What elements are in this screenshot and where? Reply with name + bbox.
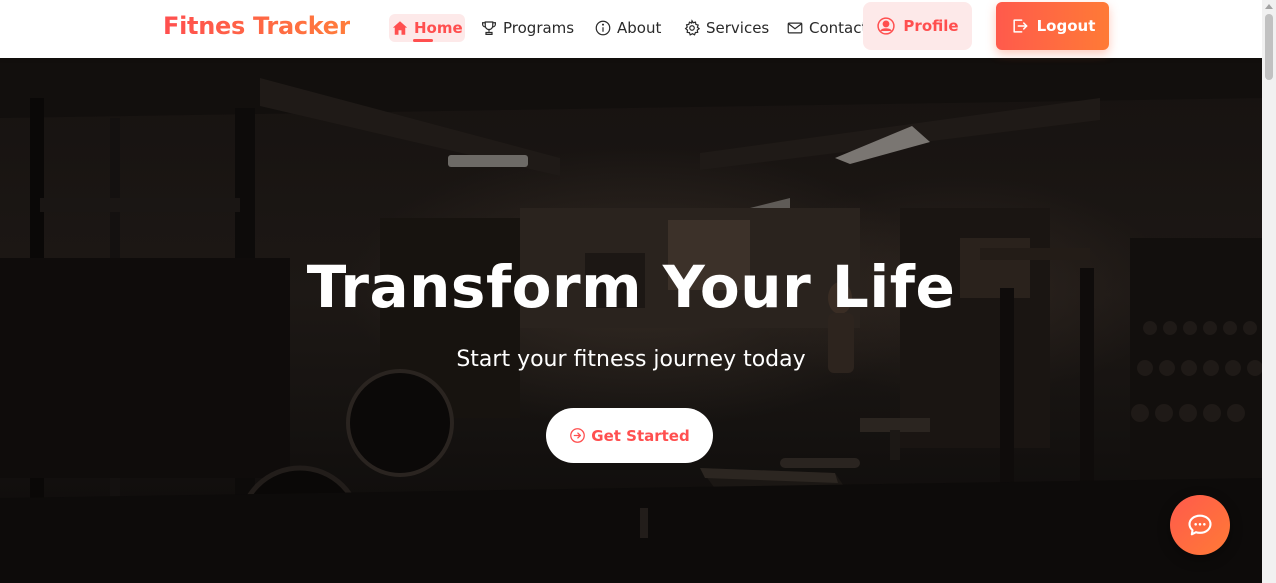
arrow-right-circle-icon bbox=[570, 428, 586, 443]
get-started-label: Get Started bbox=[591, 426, 690, 445]
nav-label-contact: Contact bbox=[809, 19, 868, 37]
scroll-up-arrow[interactable] bbox=[1265, 4, 1273, 9]
hero-title: Transform Your Life bbox=[306, 253, 956, 321]
nav-item-contact[interactable]: Contact bbox=[786, 14, 867, 42]
page-scrollbar[interactable] bbox=[1262, 0, 1276, 583]
logout-button[interactable]: Logout bbox=[996, 2, 1109, 50]
nav-item-home[interactable]: Home bbox=[389, 14, 465, 42]
hero-subtitle: Start your fitness journey today bbox=[456, 347, 806, 372]
active-underline bbox=[413, 39, 433, 42]
user-circle-icon bbox=[877, 17, 896, 35]
logout-icon bbox=[1013, 19, 1028, 33]
nav-label-services: Services bbox=[706, 19, 770, 37]
nav-item-programs[interactable]: Programs bbox=[480, 14, 574, 42]
top-navbar: Fitnes Tracker Home Programs About Servi… bbox=[0, 0, 1262, 58]
gear-icon bbox=[684, 19, 701, 36]
profile-button[interactable]: Profile bbox=[863, 2, 972, 50]
home-icon bbox=[392, 21, 408, 35]
trophy-icon bbox=[482, 21, 496, 35]
nav-item-about[interactable]: About bbox=[594, 14, 661, 42]
nav-item-services[interactable]: Services bbox=[683, 14, 769, 42]
get-started-button[interactable]: Get Started bbox=[546, 408, 713, 463]
envelope-icon bbox=[787, 22, 803, 34]
hero-section: Transform Your Life Start your fitness j… bbox=[0, 58, 1262, 583]
chat-button[interactable] bbox=[1170, 495, 1230, 555]
scroll-thumb[interactable] bbox=[1265, 14, 1273, 80]
nav-label-about: About bbox=[617, 19, 662, 37]
profile-label: Profile bbox=[903, 17, 959, 35]
nav-label-home: Home bbox=[414, 19, 463, 37]
logout-label: Logout bbox=[1036, 17, 1096, 35]
chat-bubble-icon bbox=[1188, 514, 1212, 536]
nav-label-programs: Programs bbox=[503, 19, 575, 37]
brand-logo[interactable]: Fitnes Tracker bbox=[163, 12, 351, 40]
info-icon bbox=[595, 20, 611, 36]
